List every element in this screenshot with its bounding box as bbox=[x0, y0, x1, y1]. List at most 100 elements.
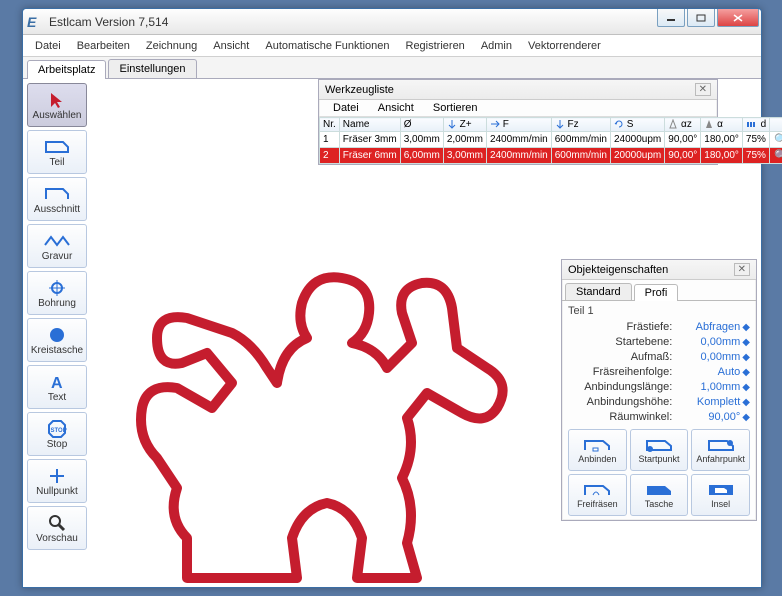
tool-row[interactable]: 1Fräser 3mm3,00mm2,00mm2400mm/min600mm/m… bbox=[320, 132, 782, 148]
spinner-icon[interactable]: ◆ bbox=[742, 412, 750, 423]
tasche-icon bbox=[645, 481, 673, 499]
spinner-icon[interactable]: ◆ bbox=[742, 337, 750, 348]
tool-list-menus: Datei Ansicht Sortieren bbox=[319, 100, 717, 117]
close-button[interactable] bbox=[717, 9, 759, 27]
prop-value[interactable]: Auto bbox=[678, 366, 740, 378]
menu-vektorrenderer[interactable]: Vektorrenderer bbox=[520, 38, 609, 54]
menu-ansicht[interactable]: Ansicht bbox=[205, 38, 257, 54]
spinner-icon[interactable]: ◆ bbox=[742, 352, 750, 363]
maximize-button[interactable] bbox=[687, 9, 715, 27]
menu-zeichnung[interactable]: Zeichnung bbox=[138, 38, 205, 54]
col-[interactable]: Ø bbox=[400, 118, 443, 132]
tool-label: Gravur bbox=[42, 251, 73, 262]
col-z[interactable]: Z+ bbox=[443, 118, 486, 132]
spinner-icon[interactable]: ◆ bbox=[742, 367, 750, 378]
tool-kreistasche[interactable]: Kreistasche bbox=[27, 318, 87, 362]
props-btn-anbinden[interactable]: Anbinden bbox=[568, 429, 627, 471]
prop-value[interactable]: Komplett bbox=[678, 396, 740, 408]
insel-icon bbox=[707, 481, 735, 499]
cell[interactable]: 1 bbox=[320, 132, 340, 148]
prop-value[interactable]: Abfragen bbox=[678, 321, 740, 333]
tool-text[interactable]: AText bbox=[27, 365, 87, 409]
cell[interactable]: 2400mm/min bbox=[486, 148, 551, 164]
cell[interactable]: Fräser 3mm bbox=[339, 132, 400, 148]
tool-teil[interactable]: Teil bbox=[27, 130, 87, 174]
toollist-menu-ansicht[interactable]: Ansicht bbox=[370, 100, 422, 116]
tool-label: Kreistasche bbox=[31, 345, 83, 356]
col-fz[interactable]: Fz bbox=[551, 118, 610, 132]
svg-text:STOP: STOP bbox=[51, 428, 67, 434]
magnify-icon[interactable]: 🔍 bbox=[774, 134, 782, 146]
tool-label: Ausschnitt bbox=[34, 204, 80, 215]
tab-einstellungen[interactable]: Einstellungen bbox=[108, 59, 196, 78]
cell[interactable]: 3,00mm bbox=[400, 132, 443, 148]
cell[interactable]: 20000upm bbox=[611, 148, 665, 164]
prop-label: Startebene: bbox=[568, 336, 678, 348]
cell[interactable]: Fräser 6mm bbox=[339, 148, 400, 164]
tab-arbeitsplatz[interactable]: Arbeitsplatz bbox=[27, 60, 106, 79]
toollist-menu-datei[interactable]: Datei bbox=[325, 100, 367, 116]
cell[interactable]: 75% bbox=[742, 132, 769, 148]
cell[interactable]: 3,00mm bbox=[443, 148, 486, 164]
spinner-icon[interactable]: ◆ bbox=[742, 397, 750, 408]
cell[interactable]: 90,00° bbox=[665, 148, 701, 164]
kreistasche-icon bbox=[48, 325, 66, 345]
col-[interactable]: α bbox=[701, 118, 743, 132]
tool-list-close-icon[interactable]: ✕ bbox=[695, 83, 711, 96]
spinner-icon[interactable]: ◆ bbox=[742, 382, 750, 393]
cell[interactable]: 24000upm bbox=[611, 132, 665, 148]
tool-stop[interactable]: STOPStop bbox=[27, 412, 87, 456]
cell[interactable]: 6,00mm bbox=[400, 148, 443, 164]
toollist-menu-sortieren[interactable]: Sortieren bbox=[425, 100, 486, 116]
prop-value[interactable]: 1,00mm bbox=[678, 381, 740, 393]
cell[interactable]: 75% bbox=[742, 148, 769, 164]
props-btn-startpunkt[interactable]: Startpunkt bbox=[630, 429, 689, 471]
spinner-icon[interactable]: ◆ bbox=[742, 322, 750, 333]
tool-gravur[interactable]: Gravur bbox=[27, 224, 87, 268]
col-z[interactable]: αz bbox=[665, 118, 701, 132]
col-s[interactable]: S bbox=[611, 118, 665, 132]
workspace: AuswählenTeil Ausschnitt Gravur Bohrung Krei… bbox=[23, 79, 761, 587]
prop-value[interactable]: 0,00mm bbox=[678, 351, 740, 363]
col-nr[interactable]: Nr. bbox=[320, 118, 340, 132]
menu-bearbeiten[interactable]: Bearbeiten bbox=[69, 38, 138, 54]
cell[interactable]: 2 bbox=[320, 148, 340, 164]
cell[interactable]: 600mm/min bbox=[551, 148, 610, 164]
tool-nullpunkt[interactable]: Nullpunkt bbox=[27, 459, 87, 503]
titlebar: E Estlcam Version 7,514 bbox=[23, 9, 761, 35]
magnify-icon[interactable]: 🔍 bbox=[774, 150, 782, 162]
minimize-button[interactable] bbox=[657, 9, 685, 27]
cell[interactable]: 90,00° bbox=[665, 132, 701, 148]
cell[interactable]: 180,00° bbox=[701, 148, 743, 164]
cell[interactable]: 2,00mm bbox=[443, 132, 486, 148]
props-btn-insel[interactable]: Insel bbox=[691, 474, 750, 516]
cell[interactable]: 2400mm/min bbox=[486, 132, 551, 148]
tool-row[interactable]: 2Fräser 6mm6,00mm3,00mm2400mm/min600mm/m… bbox=[320, 148, 782, 164]
prop-value[interactable]: 0,00mm bbox=[678, 336, 740, 348]
props-btn-anfahrpunkt[interactable]: Anfahrpunkt bbox=[691, 429, 750, 471]
menu-autofunktionen[interactable]: Automatische Funktionen bbox=[257, 38, 397, 54]
tool-table: Nr. Name Ø Z+ F Fz S αz α d 1Fräser 3mm3… bbox=[319, 117, 782, 164]
tool-ausschnitt[interactable]: Ausschnitt bbox=[27, 177, 87, 221]
props-btn-freifräsen[interactable]: Freifräsen bbox=[568, 474, 627, 516]
menu-admin[interactable]: Admin bbox=[473, 38, 520, 54]
props-tab-profi[interactable]: Profi bbox=[634, 284, 679, 301]
props-close-icon[interactable]: ✕ bbox=[734, 263, 750, 276]
teil-icon bbox=[43, 137, 71, 157]
menu-datei[interactable]: Datei bbox=[27, 38, 69, 54]
menu-registrieren[interactable]: Registrieren bbox=[398, 38, 473, 54]
prop-label: Räumwinkel: bbox=[568, 411, 678, 423]
cell[interactable]: 180,00° bbox=[701, 132, 743, 148]
tool-bohrung[interactable]: Bohrung bbox=[27, 271, 87, 315]
cell[interactable]: 600mm/min bbox=[551, 132, 610, 148]
prop-value[interactable]: 90,00° bbox=[678, 411, 740, 423]
window-title: Estlcam Version 7,514 bbox=[49, 15, 168, 29]
col-f[interactable]: F bbox=[486, 118, 551, 132]
col-name[interactable]: Name bbox=[339, 118, 400, 132]
tool-auswahlen[interactable]: Auswählen bbox=[27, 83, 87, 127]
props-btn-tasche[interactable]: Tasche bbox=[630, 474, 689, 516]
tool-vorschau[interactable]: Vorschau bbox=[27, 506, 87, 550]
props-tab-standard[interactable]: Standard bbox=[565, 283, 632, 300]
col-d[interactable]: d bbox=[742, 118, 769, 132]
drawing-outline[interactable] bbox=[117, 208, 537, 583]
